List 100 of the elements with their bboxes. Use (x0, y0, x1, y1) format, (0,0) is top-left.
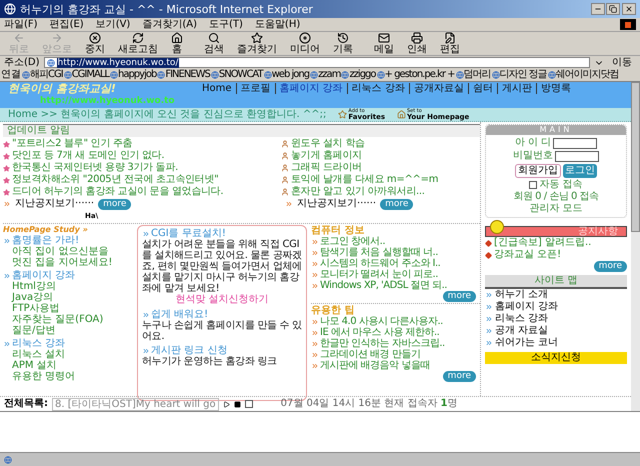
menu-item[interactable]: 보기(V) (96, 18, 130, 30)
nav-link[interactable]: 방명록 (536, 83, 575, 94)
study-link[interactable]: Java강의 (3, 292, 133, 303)
sitemap-link[interactable]: 쉬어가는 코너 (495, 337, 558, 349)
address-field[interactable]: http://www.hyeonuk.wo.to/ (44, 57, 590, 68)
cgi-heading[interactable]: CGI를 무료설치! (151, 228, 226, 239)
link-bar-item[interactable]: + geston.pe.kr + (376, 69, 454, 81)
sitemap-link[interactable]: 리눅스 강좌 (495, 313, 548, 325)
menu-item[interactable]: 도움말(H) (254, 18, 300, 30)
past-notices-link[interactable]: 지난공지보기······ (15, 198, 94, 210)
password-input[interactable] (555, 150, 599, 162)
link-bar-item[interactable]: 디자인 정글 (492, 69, 547, 81)
go-button[interactable]: 이동 (608, 56, 636, 68)
study-heading[interactable]: 홈페이지 강좌 (12, 270, 76, 281)
id-input[interactable] (553, 138, 598, 148)
article-link[interactable]: 모니터가 떨려서 눈이 피로.. (320, 269, 438, 280)
study-link[interactable]: 질문/답변 (3, 325, 133, 336)
toolbar-button[interactable]: 검색 (199, 32, 229, 55)
play-icon[interactable] (222, 400, 230, 408)
repeat-checkbox[interactable] (244, 400, 253, 408)
notice-link[interactable]: [긴급속보] 알려드립.. (494, 237, 592, 249)
article-link[interactable]: 탐색기를 처음 실행할때 너.. (320, 247, 438, 258)
toolbar-button[interactable]: 중지 (80, 32, 110, 55)
link-bar-item[interactable]: SNOWCAT (210, 69, 263, 81)
past-notices-link[interactable]: 지난공지보기······ (297, 198, 376, 210)
nav-link[interactable]: Home (198, 83, 236, 94)
toolbar-button[interactable]: 메일 (369, 32, 399, 55)
update-link[interactable]: 그래픽 드라이버 (291, 162, 362, 174)
update-link[interactable]: 토익에 날개를 다세요 m=^^=m (291, 174, 438, 186)
link-bar-item[interactable]: CGIMALL (64, 69, 109, 81)
article-link[interactable]: 로그인 창에서.. (320, 236, 386, 247)
toolbar-button[interactable]: 미디어 (285, 32, 325, 55)
menu-item[interactable]: 도구(T) (209, 18, 243, 30)
toolbar-button[interactable]: 즐겨찾기 (232, 32, 282, 55)
nav-link[interactable]: 게시판 (496, 83, 536, 94)
article-link[interactable]: 시스템의 하드웨어 주소와 I.. (320, 258, 440, 269)
article-link[interactable]: IE 에서 마우스 사용 제한하.. (320, 327, 440, 338)
update-link[interactable]: 혼자만 알고 있기 아까워서리... (291, 186, 425, 198)
toolbar-button[interactable]: 홈 (166, 32, 188, 55)
study-link[interactable]: 멋진 집을 지어보세요! (3, 257, 133, 268)
nav-link[interactable]: 프로필 (236, 83, 275, 94)
toolbar-button[interactable]: 새로고침 (113, 32, 163, 55)
cgi-heading[interactable]: 쉽게 배워요! (151, 309, 208, 320)
study-link[interactable]: 자주찾는 질문(FOA) (3, 314, 133, 325)
cgi-heading[interactable]: 게시판 링크 신청 (151, 345, 228, 356)
link-bar-item[interactable]: 쉐어이미지닷컴 (548, 69, 619, 81)
auto-login-checkbox[interactable] (529, 181, 538, 189)
study-link[interactable]: 아직 집이 없으신분을 (3, 246, 133, 257)
toolbar-button[interactable]: 편집 (435, 32, 465, 55)
article-link[interactable]: 게시판에 배경음악 넣을때 (320, 360, 430, 371)
menu-item[interactable]: 즐겨찾기(A) (142, 18, 197, 30)
article-link[interactable]: Windows XP, 'ADSL 절면 되.. (320, 280, 447, 291)
minimize-button[interactable] (591, 3, 605, 15)
study-link[interactable]: Html강의 (3, 281, 133, 292)
update-link[interactable]: 놓기게 홈페이지 (291, 150, 362, 162)
more-link[interactable]: more (442, 371, 476, 382)
toolbar-button[interactable]: 기록 (328, 32, 358, 55)
link-bar-item[interactable]: zziggo (341, 69, 376, 81)
news-link[interactable]: 정보격차해소위 "2005년 전국에 초고속인터넷" (12, 174, 218, 186)
update-link[interactable]: 윈도우 설치 학습 (291, 138, 365, 150)
link-bar-item[interactable]: 덤머리 (456, 69, 490, 81)
maximize-button[interactable] (606, 3, 620, 15)
menu-item[interactable]: 파일(F) (4, 18, 38, 30)
study-heading[interactable]: 홈명률은 가라! (12, 235, 80, 246)
menu-item[interactable]: 편집(E) (50, 18, 84, 30)
more-link[interactable]: more (594, 261, 627, 272)
news-link[interactable]: 한국통신 국제인터넷 용량 3기가 돌파. (12, 162, 178, 174)
playlist-field[interactable]: 8. [타이타닉OST]My heart will go (52, 398, 219, 410)
nav-link[interactable]: 쉼터 (468, 83, 497, 94)
nav-link[interactable]: 홈페이지 강좌 (274, 83, 347, 94)
link-bar-item[interactable]: FINENEWS (157, 69, 210, 81)
login-button[interactable]: 로그인 (563, 164, 597, 178)
nav-link[interactable]: 리눅스 강좌 (346, 83, 409, 94)
more-link[interactable]: more (380, 198, 414, 210)
sitemap-link[interactable]: 허누기 소개 (495, 289, 548, 301)
study-link[interactable]: APM 설치 (3, 360, 133, 371)
stop-icon[interactable] (234, 400, 241, 408)
sitemap-link[interactable]: 홈페이지 강좌 (495, 301, 558, 313)
sitemap-link[interactable]: 공개 자료실 (495, 325, 548, 337)
study-link[interactable]: FTP사용법 (3, 303, 133, 314)
study-link[interactable]: 유용한 명령어 (3, 371, 133, 382)
link-bar-item[interactable]: 해피CGI (22, 69, 63, 81)
article-link[interactable]: 그라데이션 배경 만들기 (320, 349, 420, 360)
close-button[interactable] (622, 3, 636, 15)
news-link[interactable]: 드디어 허누기의 홈강좌 교실이 문을 열었습니다. (12, 186, 224, 198)
more-link[interactable]: more (98, 198, 132, 210)
nav-link[interactable]: 공개자료실 (408, 83, 468, 94)
scrollbar[interactable] (631, 82, 640, 411)
notice-link[interactable]: 강좌교실 오픈! (494, 249, 562, 261)
study-heading[interactable]: 리눅스 강좌 (12, 338, 66, 349)
article-link[interactable]: 나모 4.0 사용시 다른사용자.. (320, 316, 443, 327)
toolbar-button[interactable]: 인쇄 (402, 32, 432, 55)
article-link[interactable]: 한글만 인식하는 자바스크립.. (320, 338, 445, 349)
news-link[interactable]: 닷인포 등 7개 새 도메인 인기 없다. (12, 150, 164, 162)
link-bar-item[interactable]: happyjob (110, 69, 156, 81)
install-request-link[interactable]: 현석맞 설치신청하기 (175, 294, 269, 306)
more-link[interactable]: more (442, 291, 476, 302)
news-link[interactable]: "포트리스2 블루" 인기 주춤 (12, 138, 132, 150)
study-link[interactable]: 리눅스 설치 (3, 349, 133, 360)
join-button[interactable]: 회원가입 (515, 164, 561, 178)
